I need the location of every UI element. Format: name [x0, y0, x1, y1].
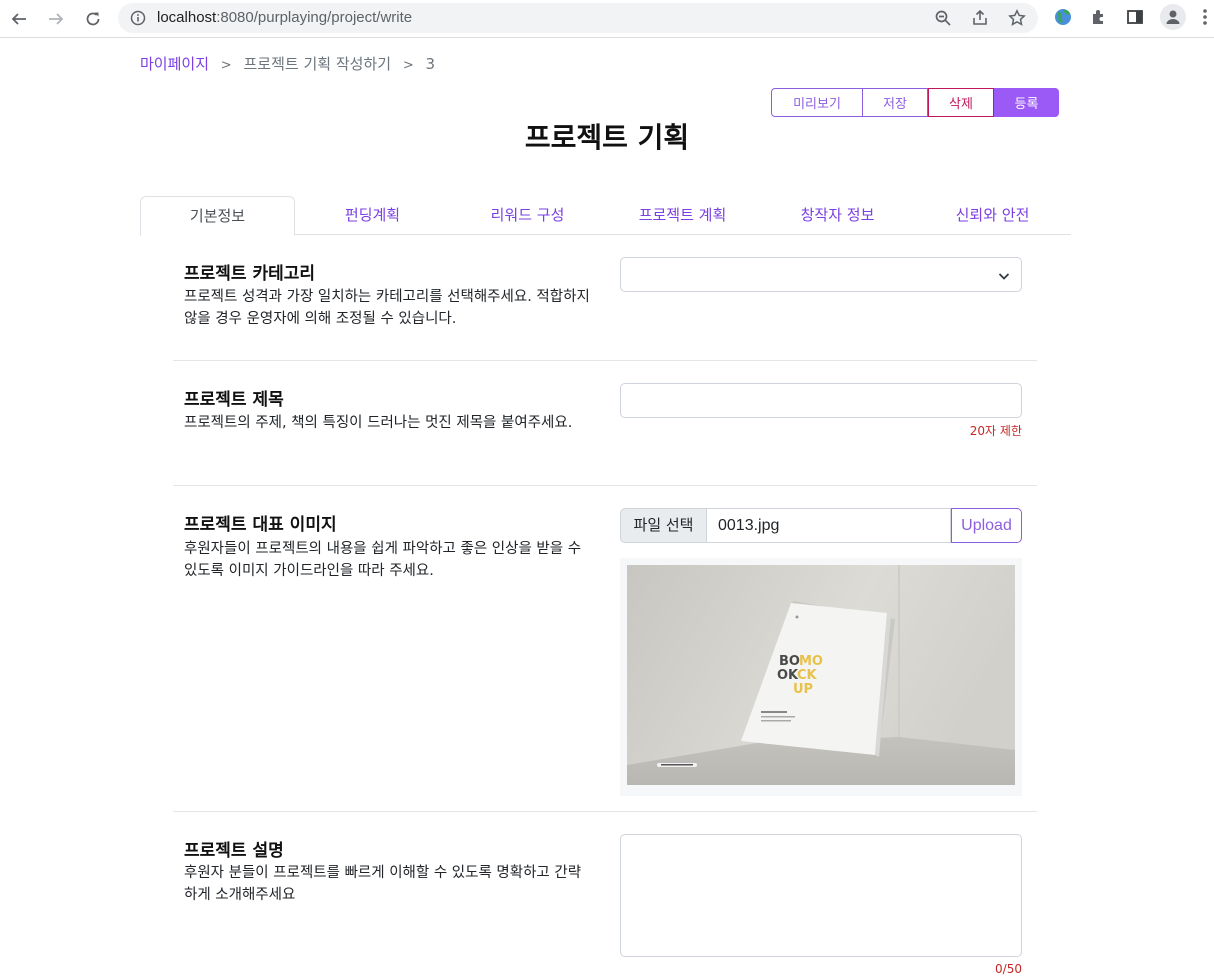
- page-title: 프로젝트 기획: [524, 121, 690, 154]
- category-title: 프로젝트 카테고리: [184, 264, 316, 284]
- zoom-icon[interactable]: [934, 9, 952, 27]
- profile-avatar-icon[interactable]: [1160, 4, 1186, 30]
- section-divider: [173, 485, 1037, 486]
- description-char-counter: 0/50: [995, 962, 1022, 976]
- section-divider: [173, 360, 1037, 361]
- back-arrow-icon[interactable]: [6, 6, 32, 32]
- description-title: 프로젝트 설명: [184, 841, 284, 861]
- chevron-down-icon: [997, 268, 1011, 282]
- breadcrumb-separator: >: [220, 58, 232, 73]
- tab-funding-plan[interactable]: 펀딩계획: [295, 196, 450, 235]
- breadcrumb-project-no: 3: [425, 55, 436, 73]
- section-divider: [173, 811, 1037, 812]
- reload-icon[interactable]: [80, 6, 106, 32]
- category-select[interactable]: [620, 257, 1022, 292]
- delete-button[interactable]: 삭제: [928, 88, 994, 117]
- tab-bar: 기본정보 펀딩계획 리워드 구성 프로젝트 계획 창작자 정보 신뢰와 안전: [140, 196, 1071, 236]
- image-description: 후원자들이 프로젝트의 내용을 쉽게 파악하고 좋은 인상을 받을 수 있도록 …: [184, 541, 582, 579]
- file-name-field[interactable]: 0013.jpg: [707, 508, 951, 543]
- image-title: 프로젝트 대표 이미지: [184, 515, 337, 535]
- tab-basic-info[interactable]: 기본정보: [140, 196, 295, 236]
- file-input-group: 파일 선택 0013.jpg Upload: [620, 508, 1022, 543]
- project-description-textarea[interactable]: [620, 834, 1022, 957]
- share-icon[interactable]: [971, 9, 989, 27]
- book-text-ck: CK: [797, 668, 818, 683]
- url-host: localhost: [157, 9, 217, 26]
- preview-button[interactable]: 미리보기: [771, 88, 863, 117]
- url-text: localhost:8080/purplaying/project/write: [157, 9, 412, 26]
- side-panel-icon[interactable]: [1124, 6, 1146, 28]
- breadcrumb: 마이페이지 > 프로젝트 기획 작성하기 > 3: [140, 53, 435, 74]
- tab-trust-safety[interactable]: 신뢰와 안전: [915, 196, 1070, 235]
- project-title-input[interactable]: [620, 383, 1022, 418]
- book-text-up: UP: [793, 682, 813, 697]
- extensions-puzzle-icon[interactable]: [1088, 6, 1110, 28]
- book-text-bo: BO: [779, 654, 800, 669]
- address-bar[interactable]: localhost:8080/purplaying/project/write: [118, 3, 1038, 33]
- browser-toolbar: localhost:8080/purplaying/project/write: [0, 0, 1214, 38]
- menu-kebab-icon[interactable]: [1198, 6, 1212, 28]
- breadcrumb-write-item: 프로젝트 기획 작성하기: [243, 55, 392, 73]
- tab-creator-info[interactable]: 창작자 정보: [760, 196, 915, 235]
- extension-globe-icon[interactable]: [1052, 6, 1074, 28]
- tab-project-plan[interactable]: 프로젝트 계획: [605, 196, 760, 235]
- book-text-mo: MO: [799, 654, 823, 669]
- action-button-group: 미리보기 저장 삭제 등록: [771, 88, 1059, 117]
- forward-arrow-icon[interactable]: [43, 6, 69, 32]
- description-help: 후원자 분들이 프로젝트를 빠르게 이해할 수 있도록 명확하고 간략하게 소개…: [184, 865, 582, 903]
- tab-reward[interactable]: 리워드 구성: [450, 196, 605, 235]
- breadcrumb-mypage-link[interactable]: 마이페이지: [140, 55, 209, 73]
- upload-button[interactable]: Upload: [951, 508, 1022, 543]
- title-char-limit: 20자 제한: [969, 424, 1022, 438]
- title-label: 프로젝트 제목: [184, 390, 284, 410]
- category-description: 프로젝트 성격과 가장 일치하는 카테고리를 선택해주세요. 적합하지 않을 경…: [184, 289, 590, 327]
- submit-button[interactable]: 등록: [994, 88, 1059, 117]
- bookmark-star-icon[interactable]: [1008, 9, 1026, 27]
- file-choose-button[interactable]: 파일 선택: [620, 508, 707, 543]
- breadcrumb-separator: >: [402, 58, 414, 73]
- image-preview: BO MO OK CK UP: [627, 565, 1015, 785]
- book-text-ok: OK: [777, 668, 799, 683]
- title-description: 프로젝트의 주제, 책의 특징이 드러나는 멋진 제목을 붙여주세요.: [184, 415, 573, 431]
- info-icon[interactable]: [130, 10, 146, 26]
- image-preview-frame: BO MO OK CK UP: [620, 558, 1022, 796]
- url-path: :8080/purplaying/project/write: [216, 9, 413, 26]
- save-button[interactable]: 저장: [863, 88, 928, 117]
